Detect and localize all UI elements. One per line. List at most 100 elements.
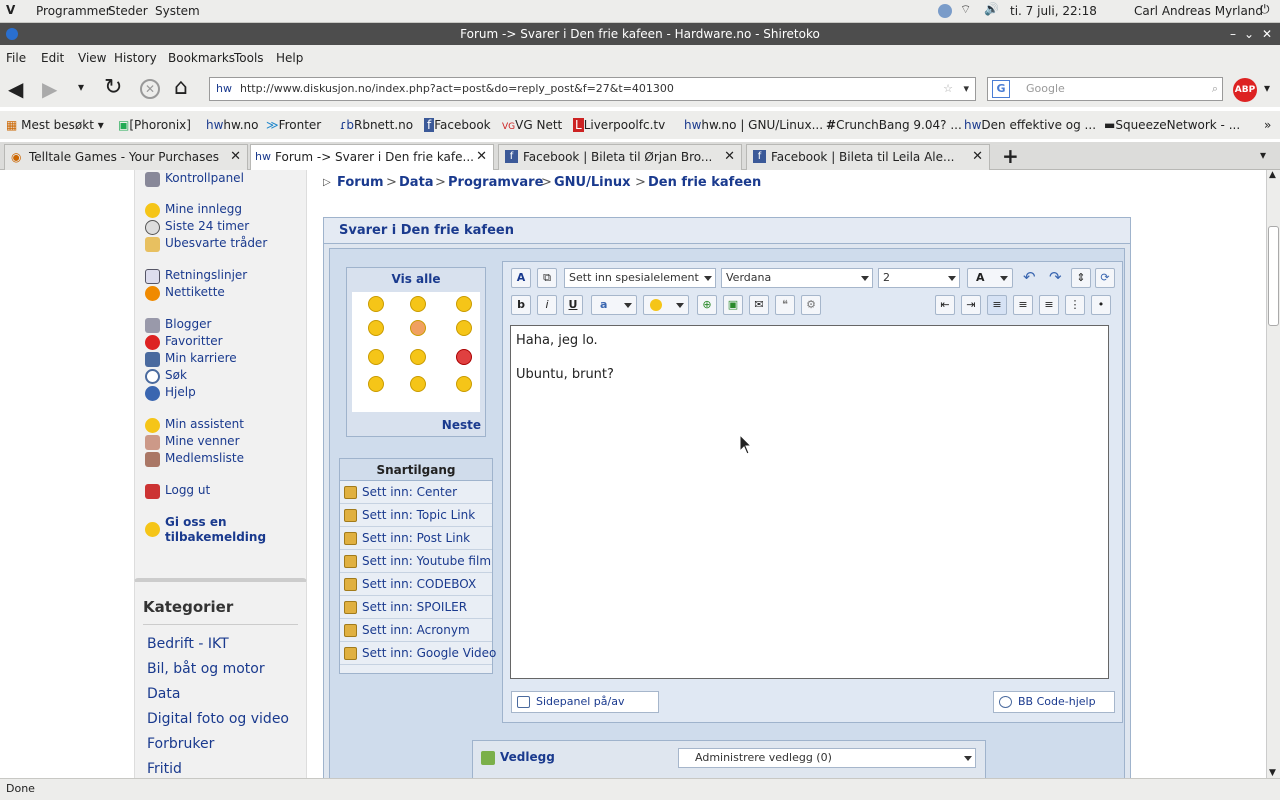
panel-menu-system[interactable]: System <box>155 4 200 18</box>
align-left-icon[interactable]: ≡ <box>987 295 1007 315</box>
close-window-icon[interactable]: ✕ <box>1262 23 1272 45</box>
sidebar-item-logg-ut[interactable]: Logg ut <box>165 483 210 497</box>
sidebar-item-hjelp[interactable]: Hjelp <box>165 385 196 399</box>
category-item[interactable]: Fritid <box>147 761 182 777</box>
sidebar-item-min-assistent[interactable]: Min assistent <box>165 417 244 431</box>
unordered-list-icon[interactable]: • <box>1091 295 1111 315</box>
insert-image-icon[interactable]: ▣ <box>723 295 743 315</box>
menu-edit[interactable]: Edit <box>41 51 64 65</box>
panel-menu-programmer[interactable]: Programmer <box>36 4 111 18</box>
insert-quote-icon[interactable]: ❝ <box>775 295 795 315</box>
menu-view[interactable]: View <box>78 51 106 65</box>
quick-insert-item[interactable]: Sett inn: CODEBOX <box>340 573 492 596</box>
emoticon-sad-icon[interactable] <box>410 376 426 392</box>
emoticon-happy-icon[interactable] <box>368 349 384 365</box>
toggle-source-icon[interactable]: ⧉ <box>537 268 557 288</box>
emoticon-select[interactable] <box>643 295 689 315</box>
bookmark-item[interactable]: ▣[Phoronix] <box>118 118 191 132</box>
tab-facebook-2[interactable]: f Facebook | Bileta til Leila Ale... ✕ <box>746 144 990 170</box>
insert-code-icon[interactable]: ⚙ <box>801 295 821 315</box>
quick-insert-item[interactable]: Sett inn: SPOILER <box>340 596 492 619</box>
scroll-up-icon[interactable]: ▲ <box>1269 170 1276 180</box>
emoticon-blush-icon[interactable] <box>410 320 426 336</box>
align-right-icon[interactable]: ≡ <box>1039 295 1059 315</box>
quick-insert-item[interactable]: Sett inn: Google Video <box>340 642 496 665</box>
bookmark-item[interactable]: f Facebook <box>424 118 491 132</box>
bookmark-item[interactable]: hwDen effektive og ... <box>964 118 1096 132</box>
category-item[interactable]: Bedrift - IKT <box>147 636 229 652</box>
sidebar-item-siste-24-timer[interactable]: Siste 24 timer <box>165 219 249 233</box>
bookmarks-overflow-icon[interactable]: » <box>1264 118 1271 132</box>
ordered-list-icon[interactable]: ⋮ <box>1065 295 1085 315</box>
switch-editor-icon[interactable]: ⟳ <box>1095 268 1115 288</box>
category-item[interactable]: Data <box>147 686 180 702</box>
remove-format-icon[interactable]: A <box>511 268 531 288</box>
new-tab-icon[interactable]: + <box>1002 144 1019 168</box>
insert-link-icon[interactable]: ⊕ <box>697 295 717 315</box>
reload-icon[interactable]: ↻ <box>104 75 122 100</box>
power-icon[interactable]: ⏻ <box>1260 2 1270 17</box>
breadcrumb-programvare[interactable]: Programvare <box>448 175 543 190</box>
user-name[interactable]: Carl Andreas Myrland <box>1134 4 1263 18</box>
emoticon-unsure-icon[interactable] <box>456 376 472 392</box>
history-dropdown-icon[interactable]: ▾ <box>78 80 84 94</box>
menu-file[interactable]: File <box>6 51 26 65</box>
sidebar-item-mine-venner[interactable]: Mine venner <box>165 434 240 448</box>
emoticon-smile-icon[interactable] <box>410 296 426 312</box>
show-all-emoticons[interactable]: Vis alle <box>347 272 485 286</box>
undo-icon[interactable]: ↶ <box>1023 268 1036 286</box>
page-scrollbar[interactable]: ▲ ▼ <box>1266 170 1280 778</box>
bookmark-star-icon[interactable]: ☆ <box>943 78 953 100</box>
menu-history[interactable]: History <box>114 51 157 65</box>
sidebar-item-sok[interactable]: Søk <box>165 368 187 382</box>
bookmark-item[interactable]: ▬SqueezeNetwork - ... <box>1104 118 1240 132</box>
special-element-select[interactable]: Sett inn spesialelement <box>564 268 716 288</box>
indent-icon[interactable]: ⇥ <box>961 295 981 315</box>
sidebar-item-blogger[interactable]: Blogger <box>165 317 211 331</box>
volume-icon[interactable]: 🔊 <box>984 2 999 16</box>
quick-insert-item[interactable]: Sett inn: Center <box>340 481 492 504</box>
bookmark-item[interactable]: VGVG Nett <box>502 118 562 132</box>
back-icon[interactable]: ◀ <box>8 77 23 101</box>
quick-insert-item[interactable]: Sett inn: Acronym <box>340 619 492 642</box>
url-dropdown-icon[interactable]: ▾ <box>963 78 969 100</box>
message-textarea[interactable]: Haha, jeg lo. Ubuntu, brunt? <box>510 325 1109 679</box>
bookmark-item[interactable]: ≫Fronter <box>266 118 321 132</box>
sidebar-item-mine-innlegg[interactable]: Mine innlegg <box>165 202 242 216</box>
sidebar-item-ubesvarte[interactable]: Ubesvarte tråder <box>165 236 267 250</box>
search-bar[interactable]: G Google ⌕ <box>987 77 1223 101</box>
tab-list-icon[interactable]: ▾ <box>1260 148 1266 162</box>
sidebar-item-retningslinjer[interactable]: Retningslinjer <box>165 268 247 282</box>
breadcrumb-gnu-linux[interactable]: GNU/Linux <box>554 175 631 190</box>
scroll-down-icon[interactable]: ▼ <box>1269 768 1276 778</box>
sidepanel-toggle-button[interactable]: Sidepanel på/av <box>511 691 659 713</box>
bookmark-item[interactable]: hwhw.no | GNU/Linux... <box>684 118 823 132</box>
network-icon[interactable]: ⌔ <box>960 2 971 17</box>
menu-help[interactable]: Help <box>276 51 303 65</box>
italic-button[interactable]: i <box>537 295 557 315</box>
quick-insert-item[interactable]: Sett inn: Post Link <box>340 527 492 550</box>
bookmark-item[interactable]: L Liverpoolfc.tv <box>573 118 665 132</box>
user-status-icon[interactable] <box>938 4 952 18</box>
tab-telltale[interactable]: ◉ Telltale Games - Your Purchases ✕ <box>4 144 248 170</box>
sidebar-item-kontrollpanel[interactable]: Kontrollpanel <box>165 171 244 185</box>
category-item[interactable]: Forbruker <box>147 736 214 752</box>
close-tab-icon[interactable]: ✕ <box>230 145 241 169</box>
resize-icon[interactable]: ⇕ <box>1071 268 1091 288</box>
tab-facebook-1[interactable]: f Facebook | Bileta til Ørjan Bro... ✕ <box>498 144 742 170</box>
underline-button[interactable]: U <box>563 295 583 315</box>
font-size-select[interactable]: 2 <box>878 268 960 288</box>
minimize-icon[interactable]: – <box>1230 23 1236 45</box>
sidebar-item-medlemsliste[interactable]: Medlemsliste <box>165 451 244 465</box>
bold-button[interactable]: b <box>511 295 531 315</box>
bbcode-help-button[interactable]: BB Code-hjelp <box>993 691 1115 713</box>
emoticon-tongue-icon[interactable] <box>456 296 472 312</box>
attachments-select[interactable]: Administrere vedlegg (0) <box>678 748 976 768</box>
category-item[interactable]: Digital foto og video <box>147 711 289 727</box>
close-tab-icon[interactable]: ✕ <box>972 145 983 169</box>
search-icon[interactable]: ⌕ <box>1212 78 1218 100</box>
sidebar-item-nettikette[interactable]: Nettikette <box>165 285 225 299</box>
bookmark-item[interactable]: #CrunchBang 9.04? ... <box>826 118 962 132</box>
menu-logo-icon[interactable]: V <box>6 3 15 17</box>
bookmark-item[interactable]: ▦ Mest besøkt ▾ <box>6 118 104 132</box>
